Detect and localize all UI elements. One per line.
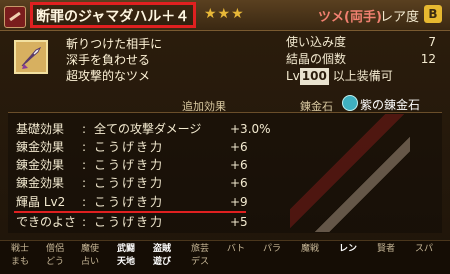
tab-sage[interactable]: 賢者	[372, 243, 400, 256]
effect-text: こうげき力	[94, 158, 165, 172]
tab-armamentalist[interactable]: 魔戦	[296, 243, 324, 256]
item-stats: 使い込み度 7 結晶の個数 12 Lv 100 以上装備可	[286, 34, 436, 85]
item-detail-screen: 断罪のジャマダハル＋４ ★★★ ツメ(両手) レア度 B 斬りつけた相手に 深手…	[0, 0, 450, 274]
effect-value: +6	[230, 176, 248, 190]
weapon-category: ツメ(両手)	[318, 10, 382, 25]
tab-label: 戦士	[10, 244, 29, 254]
effect-value: +5	[230, 215, 248, 229]
tab-label: 武闘	[116, 244, 135, 254]
claw-category-icon	[4, 6, 26, 28]
tab-mage[interactable]: 魔使 占い	[76, 243, 104, 269]
effect-colon: :	[81, 158, 87, 172]
level-suffix: 以上装備可	[332, 69, 393, 83]
tab-label: 占い	[80, 257, 99, 267]
tab-label: どう	[45, 257, 64, 267]
effect-label: 輝晶 Lv2	[16, 195, 66, 209]
effect-text: こうげき力	[94, 215, 165, 229]
tab-label: 旅芸	[190, 244, 209, 254]
claw-weapon-icon	[14, 40, 48, 74]
effect-text: こうげき力	[94, 195, 165, 209]
tab-label: バト	[226, 244, 246, 254]
tab-thief[interactable]: 盗賊 遊び	[148, 243, 176, 269]
job-tabs: 戦士まも 僧侶どう 魔使占い 武闘天地 盗賊遊び 旅芸デス バト パラ 魔戦 レ…	[0, 240, 450, 274]
level-prefix: Lv	[286, 69, 300, 83]
tab-label: 遊び	[152, 257, 171, 267]
effect-row: 錬金効果: こうげき力 +6	[16, 156, 248, 173]
tab-label: パラ	[262, 244, 281, 254]
item-name: 断罪のジャマダハル＋４	[36, 9, 190, 25]
effect-value: +6	[230, 158, 248, 172]
tab-label: スパ	[414, 244, 433, 254]
effect-row: 錬金効果: こうげき力 +6	[16, 174, 248, 191]
description-line: 超攻撃的なツメ	[66, 69, 151, 83]
level-value: 100	[299, 68, 329, 85]
alchemy-stone-name: 紫の錬金石	[360, 98, 421, 112]
effect-text: 全ての攻撃ダメージ	[94, 122, 202, 136]
tab-label: 魔使	[80, 244, 99, 254]
effect-colon: :	[81, 215, 87, 229]
effect-label: 錬金効果	[16, 158, 65, 172]
effect-colon: :	[81, 140, 87, 154]
effect-value: +3.0%	[230, 122, 271, 136]
star-rating: ★★★	[204, 6, 245, 22]
tab-label: 天地	[116, 257, 135, 267]
crystal-label: 結晶の個数	[286, 52, 347, 66]
effect-value: +6	[230, 140, 248, 154]
effect-text: こうげき力	[94, 176, 165, 190]
rarity-label: レア度	[380, 10, 420, 25]
tab-ranger[interactable]: レン	[334, 243, 362, 256]
item-header: 断罪のジャマダハル＋４ ★★★ ツメ(両手) レア度 B	[0, 0, 450, 31]
tab-minstrel[interactable]: 旅芸 デス	[186, 243, 214, 269]
alchemy-stone-icon	[342, 95, 358, 111]
effect-row: 輝晶 Lv2: こうげき力 +9	[16, 193, 248, 210]
effect-row: 基礎効果: 全ての攻撃ダメージ +3.0%	[16, 120, 271, 137]
tab-label: 魔戦	[300, 244, 319, 254]
tab-label: 盗賊	[152, 244, 171, 254]
effect-row: 錬金効果: こうげき力 +6	[16, 138, 248, 155]
weapon-background-art	[290, 114, 410, 232]
item-description: 斬りつけた相手に 深手を負わせる 超攻撃的なツメ	[66, 36, 162, 84]
tab-label: デス	[190, 257, 209, 267]
effect-label: 錬金効果	[16, 176, 65, 190]
crystal-value: 12	[420, 52, 436, 66]
tab-battle-master[interactable]: バト	[222, 243, 250, 256]
tab-warrior[interactable]: 戦士 まも	[6, 243, 34, 269]
description-line: 斬りつけた相手に	[66, 37, 163, 51]
effect-label: できのよさ	[16, 215, 77, 229]
description-line: 深手を負わせる	[66, 53, 151, 67]
effect-label: 基礎効果	[16, 122, 65, 136]
use-label: 使い込み度	[286, 35, 347, 49]
tab-paladin[interactable]: パラ	[258, 243, 286, 256]
rarity-grade-badge: B	[424, 5, 442, 23]
tab-label: 賢者	[376, 244, 395, 254]
effect-colon: :	[81, 122, 87, 136]
tab-label: 僧侶	[45, 244, 64, 254]
tab-label: レン	[338, 244, 357, 254]
tab-martial-artist[interactable]: 武闘 天地	[112, 243, 140, 269]
effect-label: 錬金効果	[16, 140, 65, 154]
effect-colon: :	[81, 176, 87, 190]
effect-row: できのよさ: こうげき力 +5	[16, 213, 248, 230]
effect-value: +9	[230, 195, 248, 209]
tab-superstar[interactable]: スパ	[410, 243, 438, 256]
use-value: 7	[428, 35, 436, 49]
tab-priest[interactable]: 僧侶 どう	[41, 243, 69, 269]
effect-colon: :	[81, 195, 87, 209]
effect-text: こうげき力	[94, 140, 165, 154]
tab-label: まも	[10, 257, 29, 267]
